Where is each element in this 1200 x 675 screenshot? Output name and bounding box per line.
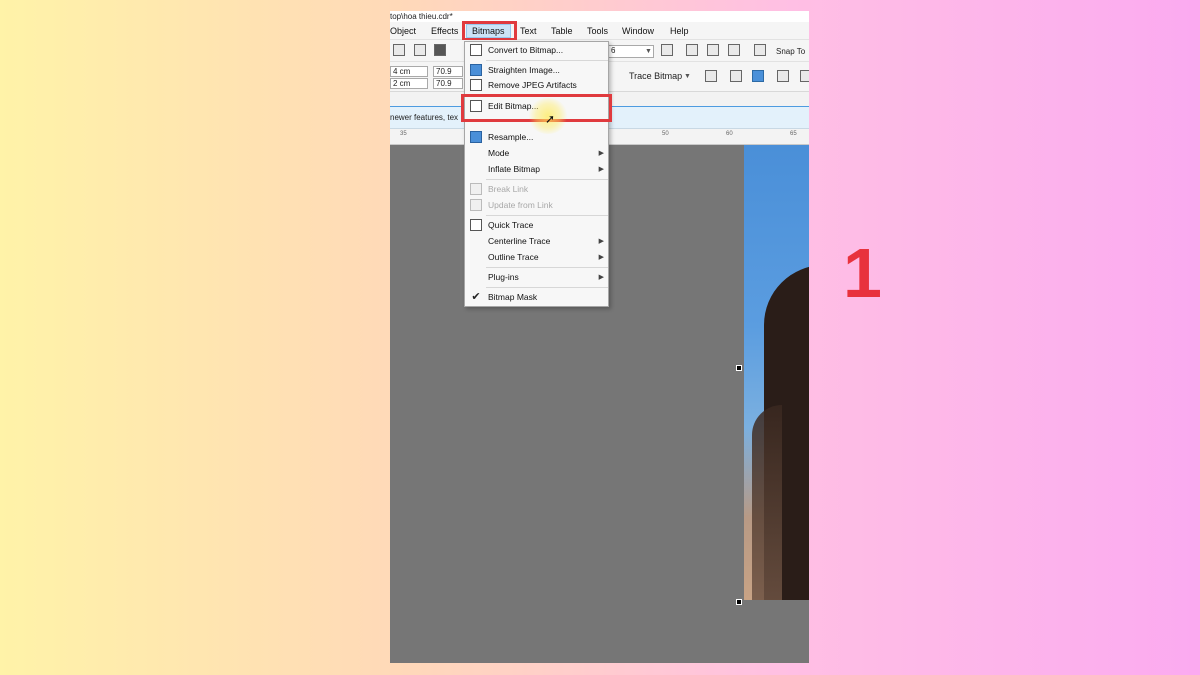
menu-item-quick-trace[interactable]: Quick Trace	[465, 218, 608, 233]
menu-item-label: Outline Trace	[488, 252, 539, 262]
menu-effects[interactable]: Effects	[431, 25, 458, 37]
ruler-tick-label: 50	[662, 131, 669, 137]
menu-help[interactable]: Help	[670, 25, 689, 37]
menu-item-outline-trace[interactable]: Outline Trace ▶	[465, 250, 608, 265]
menu-item-label: Break Link	[488, 184, 529, 194]
submenu-arrow-icon: ▶	[598, 238, 604, 245]
menu-item-label: Bitmap Mask	[488, 292, 538, 302]
grid-icon[interactable]	[707, 44, 719, 56]
menu-separator	[486, 60, 608, 61]
menu-item-resample[interactable]: Resample...	[465, 130, 608, 145]
menu-bar: Object Effects Bitmaps Text Table Tools …	[390, 22, 809, 40]
menu-separator	[486, 215, 608, 216]
trace-bitmap-button[interactable]: Trace Bitmap	[629, 71, 682, 81]
menu-item-bitmap-mask[interactable]: ✔ Bitmap Mask	[465, 290, 608, 305]
mouse-cursor-icon: ➚	[545, 112, 556, 126]
submenu-arrow-icon: ▶	[598, 274, 604, 281]
menu-item-label: Inflate Bitmap	[488, 164, 540, 174]
menu-item-label: Update from Link	[488, 200, 553, 210]
ruler-tick-label: 65	[790, 131, 797, 137]
menu-item-break-link: Break Link	[465, 182, 608, 197]
menu-tools[interactable]: Tools	[587, 25, 608, 37]
snap-to-button[interactable]: Snap To	[776, 47, 805, 56]
menu-item-convert-to-bitmap[interactable]: Convert to Bitmap...	[465, 43, 608, 58]
zoom-dropdown-icon[interactable]: ▼	[645, 48, 652, 55]
height-field[interactable]: 2 cm	[390, 78, 428, 89]
straighten-icon	[470, 64, 482, 76]
menu-item-update-from-link: Update from Link	[465, 198, 608, 213]
menu-text[interactable]: Text	[520, 25, 537, 37]
trace-bitmap-dropdown-icon[interactable]: ▼	[684, 73, 691, 80]
bitmap-border-icon[interactable]	[777, 70, 789, 82]
more-options-icon[interactable]	[800, 70, 809, 82]
menu-item-inflate-bitmap[interactable]: Inflate Bitmap ▶	[465, 162, 608, 177]
menu-object[interactable]: Object	[390, 25, 416, 37]
ruler-tick-label: 35	[400, 131, 407, 137]
full-screen-icon[interactable]	[661, 44, 673, 56]
menu-item-label: Centerline Trace	[488, 236, 551, 246]
bitmaps-menu-highlight-box	[462, 21, 517, 41]
menu-item-label: Convert to Bitmap...	[488, 45, 564, 55]
submenu-arrow-icon: ▶	[598, 150, 604, 157]
selected-bitmap-image[interactable]	[744, 145, 809, 600]
guidelines-icon[interactable]	[728, 44, 740, 56]
quick-trace-icon	[470, 219, 482, 231]
ruler-tick-label: 60	[726, 131, 733, 137]
menu-separator	[486, 267, 608, 268]
submenu-arrow-icon: ▶	[598, 166, 604, 173]
window-title: top\hoa thieu.cdr*	[390, 11, 809, 22]
scale-y-field[interactable]: 70.9	[433, 78, 463, 89]
menu-item-label: Resample...	[488, 132, 534, 142]
convert-bitmap-icon	[470, 44, 482, 56]
checkmark-icon: ✔	[471, 291, 481, 303]
break-link-icon	[470, 183, 482, 195]
coreldraw-window: top\hoa thieu.cdr* Object Effects Bitmap…	[390, 11, 809, 663]
resample-toolbar-icon[interactable]	[752, 70, 764, 82]
submenu-arrow-icon: ▶	[598, 254, 604, 261]
step-number: 1	[843, 234, 882, 312]
jpeg-artifacts-icon	[470, 79, 482, 91]
combine-icon[interactable]	[434, 44, 446, 56]
crop-bitmap-icon[interactable]	[730, 70, 742, 82]
menu-item-label: Mode	[488, 148, 510, 158]
resample-icon	[470, 131, 482, 143]
menu-item-centerline-trace[interactable]: Centerline Trace ▶	[465, 234, 608, 249]
zoom-value: 6	[611, 46, 616, 55]
selection-handle[interactable]	[736, 599, 742, 605]
menu-item-remove-jpeg-artifacts[interactable]: Remove JPEG Artifacts	[465, 78, 608, 93]
align-icon[interactable]	[393, 44, 405, 56]
width-field[interactable]: 4 cm	[390, 66, 428, 77]
bitmaps-dropdown-menu: Convert to Bitmap... Straighten Image...…	[464, 41, 609, 307]
menu-item-plug-ins[interactable]: Plug-ins ▶	[465, 270, 608, 285]
menu-separator	[486, 287, 608, 288]
launch-icon[interactable]	[754, 44, 766, 56]
rulers-icon[interactable]	[686, 44, 698, 56]
menu-separator	[486, 179, 608, 180]
menu-item-mode[interactable]: Mode ▶	[465, 146, 608, 161]
menu-item-label: Straighten Image...	[488, 65, 560, 75]
selection-handle[interactable]	[736, 365, 742, 371]
menu-table[interactable]: Table	[551, 25, 573, 37]
menu-item-straighten-image[interactable]: Straighten Image...	[465, 63, 608, 78]
update-link-icon	[470, 199, 482, 211]
menu-item-label: Remove JPEG Artifacts	[488, 80, 577, 90]
group-icon[interactable]	[414, 44, 426, 56]
menu-item-label: Plug-ins	[488, 272, 519, 282]
menu-window[interactable]: Window	[622, 25, 654, 37]
menu-item-label: Quick Trace	[488, 220, 534, 230]
info-bar-text: newer features, tex	[390, 113, 459, 122]
photo-hair-highlight	[752, 405, 782, 600]
edit-bitmap-toolbar-icon[interactable]	[705, 70, 717, 82]
scale-x-field[interactable]: 70.9	[433, 66, 463, 77]
